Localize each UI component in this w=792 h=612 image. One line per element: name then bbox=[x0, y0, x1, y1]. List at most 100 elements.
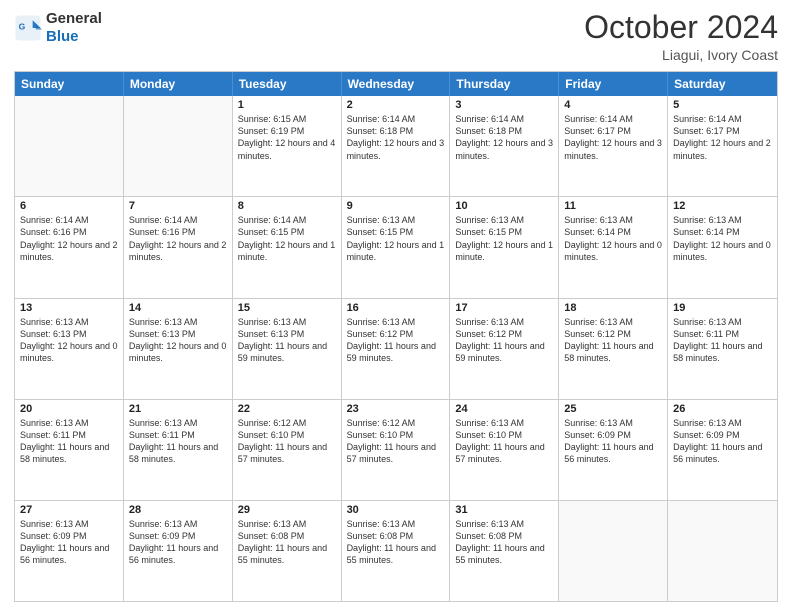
day-number: 6 bbox=[20, 200, 118, 212]
day-number: 10 bbox=[455, 200, 553, 212]
day-number: 11 bbox=[564, 200, 662, 212]
weekday-header: Saturday bbox=[668, 72, 777, 96]
calendar-cell: 12 Sunrise: 6:13 AM Sunset: 6:14 PM Dayli… bbox=[668, 197, 777, 297]
day-number: 31 bbox=[455, 504, 553, 516]
weekday-header: Wednesday bbox=[342, 72, 451, 96]
calendar-cell: 2Sunrise: 6:14 AM Sunset: 6:18 PM Daylig… bbox=[342, 96, 451, 196]
weekday-header: Thursday bbox=[450, 72, 559, 96]
cell-details: Sunrise: 6:13 AM Sunset: 6:11 PM Dayligh… bbox=[20, 417, 118, 466]
day-number: 15 bbox=[238, 302, 336, 314]
cell-details: Sunrise: 6:15 AM Sunset: 6:19 PM Dayligh… bbox=[238, 113, 336, 162]
header: G General Blue October 2024 Liagui, Ivor… bbox=[14, 10, 778, 63]
day-number: 26 bbox=[673, 403, 772, 415]
cell-details: Sunrise: 6:12 AM Sunset: 6:10 PM Dayligh… bbox=[238, 417, 336, 466]
cell-details: Sunrise: 6:13 AM Sunset: 6:08 PM Dayligh… bbox=[347, 518, 445, 567]
day-number: 2 bbox=[347, 99, 445, 111]
calendar-cell: 7Sunrise: 6:14 AM Sunset: 6:16 PM Daylig… bbox=[124, 197, 233, 297]
day-number: 19 bbox=[673, 302, 772, 314]
cell-details: Sunrise: 6:13 AM Sunset: 6:14 PM Dayligh… bbox=[673, 214, 772, 263]
calendar-cell: 28 Sunrise: 6:13 AM Sunset: 6:09 PM Dayli… bbox=[124, 501, 233, 601]
day-number: 3 bbox=[455, 99, 553, 111]
calendar-cell: 20 Sunrise: 6:13 AM Sunset: 6:11 PM Dayli… bbox=[15, 400, 124, 500]
location: Liagui, Ivory Coast bbox=[584, 47, 778, 63]
day-number: 30 bbox=[347, 504, 445, 516]
cell-details: Sunrise: 6:13 AM Sunset: 6:13 PM Dayligh… bbox=[20, 316, 118, 365]
calendar-cell: 4Sunrise: 6:14 AM Sunset: 6:17 PM Daylig… bbox=[559, 96, 668, 196]
day-number: 22 bbox=[238, 403, 336, 415]
calendar-cell: 25Sunrise: 6:13 AM Sunset: 6:09 PM Dayli… bbox=[559, 400, 668, 500]
calendar-cell: 21 Sunrise: 6:13 AM Sunset: 6:11 PM Dayli… bbox=[124, 400, 233, 500]
page: G General Blue October 2024 Liagui, Ivor… bbox=[0, 0, 792, 612]
calendar-cell: 29Sunrise: 6:13 AM Sunset: 6:08 PM Dayli… bbox=[233, 501, 342, 601]
calendar-row: 13Sunrise: 6:13 AM Sunset: 6:13 PM Dayli… bbox=[15, 298, 777, 399]
calendar-cell: 1 Sunrise: 6:15 AM Sunset: 6:19 PM Daylig… bbox=[233, 96, 342, 196]
calendar-cell: 5 Sunrise: 6:14 AM Sunset: 6:17 PM Daylig… bbox=[668, 96, 777, 196]
calendar-cell: 8 Sunrise: 6:14 AM Sunset: 6:15 PM Daylig… bbox=[233, 197, 342, 297]
calendar-cell: 18Sunrise: 6:13 AM Sunset: 6:12 PM Dayli… bbox=[559, 299, 668, 399]
cell-details: Sunrise: 6:13 AM Sunset: 6:09 PM Dayligh… bbox=[129, 518, 227, 567]
cell-details: Sunrise: 6:14 AM Sunset: 6:18 PM Dayligh… bbox=[455, 113, 553, 162]
title-block: October 2024 Liagui, Ivory Coast bbox=[584, 10, 778, 63]
calendar-row: 6 Sunrise: 6:14 AM Sunset: 6:16 PM Daylig… bbox=[15, 196, 777, 297]
calendar-cell: 31 Sunrise: 6:13 AM Sunset: 6:08 PM Dayli… bbox=[450, 501, 559, 601]
month-title: October 2024 bbox=[584, 10, 778, 45]
calendar-cell bbox=[668, 501, 777, 601]
cell-details: Sunrise: 6:14 AM Sunset: 6:16 PM Dayligh… bbox=[20, 214, 118, 263]
day-number: 17 bbox=[455, 302, 553, 314]
day-number: 8 bbox=[238, 200, 336, 212]
calendar-header: SundayMondayTuesdayWednesdayThursdayFrid… bbox=[15, 72, 777, 96]
cell-details: Sunrise: 6:14 AM Sunset: 6:15 PM Dayligh… bbox=[238, 214, 336, 263]
calendar-cell: 11 Sunrise: 6:13 AM Sunset: 6:14 PM Dayli… bbox=[559, 197, 668, 297]
calendar-cell: 13Sunrise: 6:13 AM Sunset: 6:13 PM Dayli… bbox=[15, 299, 124, 399]
day-number: 21 bbox=[129, 403, 227, 415]
calendar-cell: 9Sunrise: 6:13 AM Sunset: 6:15 PM Daylig… bbox=[342, 197, 451, 297]
cell-details: Sunrise: 6:13 AM Sunset: 6:15 PM Dayligh… bbox=[347, 214, 445, 263]
calendar-cell: 10 Sunrise: 6:13 AM Sunset: 6:15 PM Dayli… bbox=[450, 197, 559, 297]
cell-details: Sunrise: 6:13 AM Sunset: 6:11 PM Dayligh… bbox=[129, 417, 227, 466]
cell-details: Sunrise: 6:13 AM Sunset: 6:09 PM Dayligh… bbox=[20, 518, 118, 567]
calendar-row: 27 Sunrise: 6:13 AM Sunset: 6:09 PM Dayli… bbox=[15, 500, 777, 601]
day-number: 5 bbox=[673, 99, 772, 111]
cell-details: Sunrise: 6:13 AM Sunset: 6:13 PM Dayligh… bbox=[129, 316, 227, 365]
cell-details: Sunrise: 6:14 AM Sunset: 6:17 PM Dayligh… bbox=[673, 113, 772, 162]
calendar-cell: 22 Sunrise: 6:12 AM Sunset: 6:10 PM Dayli… bbox=[233, 400, 342, 500]
day-number: 27 bbox=[20, 504, 118, 516]
calendar-cell: 24 Sunrise: 6:13 AM Sunset: 6:10 PM Dayli… bbox=[450, 400, 559, 500]
cell-details: Sunrise: 6:13 AM Sunset: 6:14 PM Dayligh… bbox=[564, 214, 662, 263]
calendar-cell: 3 Sunrise: 6:14 AM Sunset: 6:18 PM Daylig… bbox=[450, 96, 559, 196]
day-number: 28 bbox=[129, 504, 227, 516]
cell-details: Sunrise: 6:14 AM Sunset: 6:16 PM Dayligh… bbox=[129, 214, 227, 263]
cell-details: Sunrise: 6:13 AM Sunset: 6:09 PM Dayligh… bbox=[673, 417, 772, 466]
cell-details: Sunrise: 6:13 AM Sunset: 6:08 PM Dayligh… bbox=[238, 518, 336, 567]
cell-details: Sunrise: 6:13 AM Sunset: 6:08 PM Dayligh… bbox=[455, 518, 553, 567]
weekday-header: Friday bbox=[559, 72, 668, 96]
calendar-cell: 17 Sunrise: 6:13 AM Sunset: 6:12 PM Dayli… bbox=[450, 299, 559, 399]
svg-text:G: G bbox=[19, 22, 26, 32]
cell-details: Sunrise: 6:13 AM Sunset: 6:09 PM Dayligh… bbox=[564, 417, 662, 466]
calendar-row: 20 Sunrise: 6:13 AM Sunset: 6:11 PM Dayli… bbox=[15, 399, 777, 500]
calendar-cell: 27 Sunrise: 6:13 AM Sunset: 6:09 PM Dayli… bbox=[15, 501, 124, 601]
calendar-cell bbox=[15, 96, 124, 196]
cell-details: Sunrise: 6:13 AM Sunset: 6:15 PM Dayligh… bbox=[455, 214, 553, 263]
logo-text: General Blue bbox=[46, 10, 102, 46]
calendar-cell: 15 Sunrise: 6:13 AM Sunset: 6:13 PM Dayli… bbox=[233, 299, 342, 399]
weekday-header: Tuesday bbox=[233, 72, 342, 96]
day-number: 18 bbox=[564, 302, 662, 314]
day-number: 1 bbox=[238, 99, 336, 111]
day-number: 24 bbox=[455, 403, 553, 415]
cell-details: Sunrise: 6:12 AM Sunset: 6:10 PM Dayligh… bbox=[347, 417, 445, 466]
day-number: 20 bbox=[20, 403, 118, 415]
cell-details: Sunrise: 6:13 AM Sunset: 6:10 PM Dayligh… bbox=[455, 417, 553, 466]
cell-details: Sunrise: 6:13 AM Sunset: 6:12 PM Dayligh… bbox=[347, 316, 445, 365]
calendar-cell bbox=[559, 501, 668, 601]
cell-details: Sunrise: 6:13 AM Sunset: 6:12 PM Dayligh… bbox=[455, 316, 553, 365]
logo-general: General bbox=[46, 10, 102, 28]
day-number: 12 bbox=[673, 200, 772, 212]
calendar-cell: 16Sunrise: 6:13 AM Sunset: 6:12 PM Dayli… bbox=[342, 299, 451, 399]
calendar-cell: 23Sunrise: 6:12 AM Sunset: 6:10 PM Dayli… bbox=[342, 400, 451, 500]
day-number: 14 bbox=[129, 302, 227, 314]
day-number: 4 bbox=[564, 99, 662, 111]
cell-details: Sunrise: 6:13 AM Sunset: 6:13 PM Dayligh… bbox=[238, 316, 336, 365]
calendar-cell: 30 Sunrise: 6:13 AM Sunset: 6:08 PM Dayli… bbox=[342, 501, 451, 601]
calendar-cell: 26 Sunrise: 6:13 AM Sunset: 6:09 PM Dayli… bbox=[668, 400, 777, 500]
